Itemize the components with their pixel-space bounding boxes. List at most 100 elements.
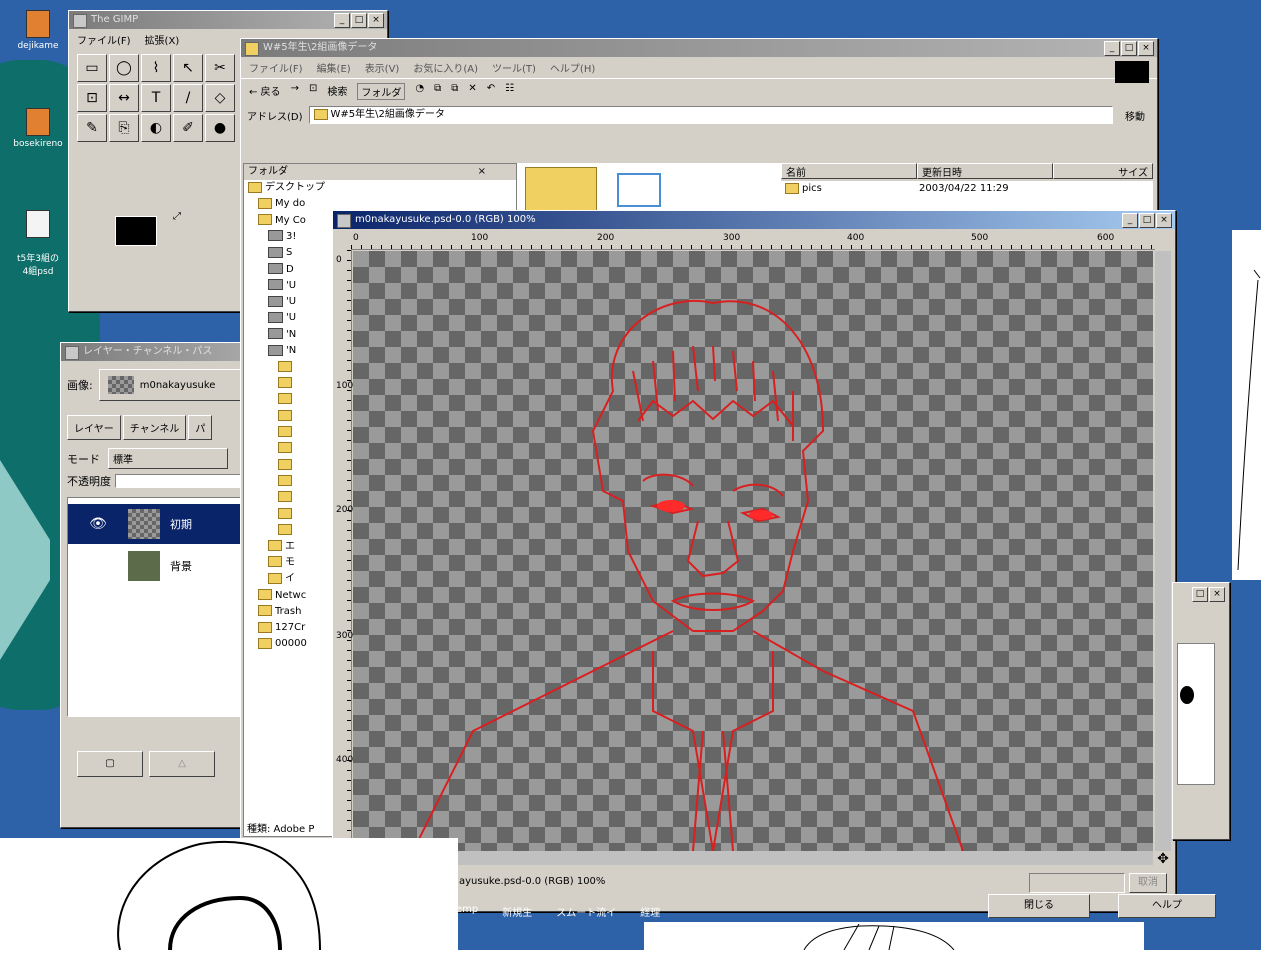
tree-item[interactable] (244, 359, 295, 375)
menu-help[interactable]: ヘルプ(H) (550, 60, 595, 75)
delete-button[interactable]: ✕ (468, 83, 476, 100)
maximize-button[interactable]: □ (351, 13, 367, 28)
help-dialog-button[interactable]: ヘルプ (1118, 894, 1216, 918)
ink-tool[interactable]: ✐ (173, 114, 203, 142)
tree-item[interactable]: Trash (244, 604, 301, 620)
tree-item[interactable]: モ (244, 555, 295, 571)
tree-item[interactable]: エ (244, 539, 295, 555)
cancel-button[interactable]: 取消 (1129, 873, 1167, 893)
menu-favorites[interactable]: お気に入り(A) (413, 60, 478, 75)
maximize-button[interactable]: □ (1139, 213, 1155, 228)
taskbar-item[interactable]: emp (456, 904, 478, 919)
vertical-scrollbar[interactable] (1155, 251, 1171, 851)
tree-item[interactable] (244, 392, 295, 408)
tree-item[interactable] (244, 490, 295, 506)
airbrush-tool[interactable]: ● (205, 114, 235, 142)
tree-item[interactable]: D (244, 262, 294, 278)
tree-item[interactable] (244, 457, 295, 473)
tree-item[interactable]: 127Cr (244, 620, 305, 636)
bucket-tool[interactable]: ◇ (205, 84, 235, 112)
tree-item[interactable] (244, 441, 295, 457)
tree-item[interactable] (244, 408, 295, 424)
tree-item[interactable]: デスクトップ (244, 180, 325, 196)
horizontal-scrollbar[interactable] (353, 851, 1153, 865)
maximize-button[interactable]: □ (1121, 41, 1137, 56)
lasso-tool[interactable]: ⌇ (141, 54, 171, 82)
tree-item[interactable]: 00000 (244, 636, 307, 652)
close-dialog-button[interactable]: 閉じる (988, 894, 1090, 918)
tab-paths[interactable]: パ (188, 415, 213, 440)
menu-tools[interactable]: ツール(T) (492, 60, 536, 75)
move-tool[interactable]: ↔ (109, 84, 139, 112)
tree-item[interactable]: 'U (244, 278, 296, 294)
tab-channels[interactable]: チャンネル (122, 415, 187, 440)
pencil-tool[interactable]: ✎ (77, 114, 107, 142)
desktop-icon-dejikame[interactable]: dejikame (8, 10, 68, 51)
image-selector[interactable]: m0nakayusuke (98, 369, 257, 401)
tab-layers[interactable]: レイヤー (67, 415, 121, 440)
image-canvas[interactable] (353, 251, 1153, 851)
forward-button[interactable]: → (291, 83, 299, 100)
address-input[interactable]: W#5年生\2組画像データ (308, 106, 1113, 124)
file-row[interactable]: pics 2003/04/22 11:29 (781, 181, 1153, 197)
raise-layer-button[interactable]: △ (149, 751, 215, 777)
tree-item[interactable]: イ (244, 571, 295, 587)
taskbar-item[interactable]: 新規生 (502, 904, 532, 919)
folders-button[interactable]: フォルダ (357, 83, 406, 100)
mode-select[interactable]: 標準 (108, 448, 228, 469)
bezier-tool[interactable]: ⊡ (77, 84, 107, 112)
column-modified[interactable]: 更新日時 (917, 163, 1053, 179)
tree-item[interactable]: My Co (244, 213, 306, 229)
tree-item[interactable]: Netwc (244, 588, 306, 604)
tree-item[interactable]: 'U (244, 294, 296, 310)
eye-icon[interactable]: 👁 (68, 516, 128, 532)
close-button[interactable]: × (1209, 587, 1225, 602)
maximize-button[interactable]: □ (1192, 587, 1208, 602)
tree-item[interactable]: S (244, 245, 292, 261)
copy-to-button[interactable]: ⧉ (451, 83, 458, 100)
search-button[interactable]: 検索 (327, 83, 347, 100)
close-pane-icon[interactable]: × (478, 164, 486, 180)
ellipse-select-tool[interactable]: ◯ (109, 54, 139, 82)
menu-file[interactable]: ファイル(F) (249, 60, 303, 75)
minimize-button[interactable]: _ (1122, 213, 1138, 228)
swap-colors-icon[interactable]: ⤢ (173, 211, 181, 222)
foreground-color-swatch[interactable] (115, 216, 157, 246)
tree-item[interactable]: 'U (244, 310, 296, 326)
minimize-button[interactable]: _ (334, 13, 350, 28)
new-layer-button[interactable]: ▢ (77, 751, 143, 777)
history-button[interactable]: ◔ (415, 83, 424, 100)
close-button[interactable]: × (368, 13, 384, 28)
column-name[interactable]: 名前 (781, 163, 917, 179)
tree-item[interactable] (244, 425, 295, 441)
scissors-tool[interactable]: ✂ (205, 54, 235, 82)
tree-item[interactable]: My do (244, 196, 305, 212)
desktop-icon-bosekireno[interactable]: bosekireno (8, 108, 68, 149)
clone-tool[interactable]: ⎘ (109, 114, 139, 142)
menu-edit[interactable]: 編集(E) (317, 60, 351, 75)
explorer-titlebar[interactable]: W#5年生\2組画像データ _ □ × (241, 39, 1157, 57)
menu-file[interactable]: ファイル(F) (77, 32, 131, 47)
color-picker-tool[interactable]: / (173, 84, 203, 112)
menu-view[interactable]: 表示(V) (365, 60, 400, 75)
tree-item[interactable] (244, 506, 295, 522)
toolbox-titlebar[interactable]: The GIMP _ □ × (69, 11, 387, 29)
fuzzy-select-tool[interactable]: ↖ (173, 54, 203, 82)
tree-item[interactable] (244, 522, 295, 538)
close-button[interactable]: × (1138, 41, 1154, 56)
column-size[interactable]: サイズ (1053, 163, 1153, 179)
up-button[interactable]: ⊡ (309, 83, 317, 100)
back-button[interactable]: ← 戻る (249, 83, 281, 100)
taskbar-item[interactable]: スムート流イ (556, 904, 616, 919)
navigate-icon[interactable]: ✥ (1155, 851, 1171, 867)
dodge-tool[interactable]: ◐ (141, 114, 171, 142)
image-titlebar[interactable]: m0nakayusuke.psd-0.0 (RGB) 100% _ □ × (333, 211, 1175, 229)
text-tool[interactable]: T (141, 84, 171, 112)
tree-item[interactable] (244, 376, 295, 392)
menu-extensions[interactable]: 拡張(X) (145, 32, 180, 47)
tree-item[interactable]: 3! (244, 229, 296, 245)
tree-item[interactable]: 'N (244, 343, 296, 359)
tree-item[interactable] (244, 473, 295, 489)
tree-item[interactable]: 'N (244, 327, 296, 343)
desktop-icon-psd[interactable]: t5年3組の 4組psd (8, 200, 68, 277)
